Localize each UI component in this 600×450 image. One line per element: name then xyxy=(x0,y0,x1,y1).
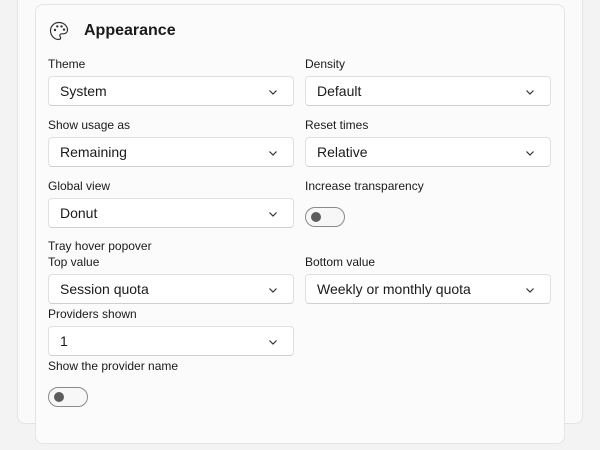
bottom-value-dropdown-value: Weekly or monthly quota xyxy=(317,281,471,297)
global-view-label: Global view xyxy=(48,179,111,193)
chevron-down-icon xyxy=(267,335,279,347)
toggle-knob xyxy=(311,212,321,222)
show-provider-name-label: Show the provider name xyxy=(48,359,179,373)
theme-label: Theme xyxy=(48,57,86,71)
providers-shown-label: Providers shown xyxy=(48,307,137,321)
reset-times-label: Reset times xyxy=(305,118,369,132)
density-dropdown-value: Default xyxy=(317,83,362,99)
chevron-down-icon xyxy=(524,146,536,158)
density-label: Density xyxy=(305,57,346,71)
chevron-down-icon xyxy=(524,85,536,97)
bottom-value-label: Bottom value xyxy=(305,255,376,269)
theme-dropdown-value: System xyxy=(60,83,107,99)
palette-icon xyxy=(48,20,70,42)
chevron-down-icon xyxy=(267,146,279,158)
chevron-down-icon xyxy=(267,283,279,295)
tray-popover-heading: Tray hover popover xyxy=(48,239,152,253)
global-view-dropdown-value: Donut xyxy=(60,205,98,221)
chevron-down-icon xyxy=(267,207,279,219)
card-header: Appearance xyxy=(48,18,176,44)
density-dropdown[interactable]: Default xyxy=(305,76,551,106)
global-view-dropdown[interactable]: Donut xyxy=(48,198,294,228)
show-usage-dropdown[interactable]: Remaining xyxy=(48,137,294,167)
toggle-knob xyxy=(54,392,64,402)
show-provider-name-toggle[interactable] xyxy=(48,387,88,407)
bottom-value-dropdown[interactable]: Weekly or monthly quota xyxy=(305,274,551,304)
top-value-dropdown-value: Session quota xyxy=(60,281,149,297)
increase-transparency-toggle[interactable] xyxy=(305,207,345,227)
reset-times-dropdown-value: Relative xyxy=(317,144,368,160)
providers-shown-dropdown[interactable]: 1 xyxy=(48,326,294,356)
increase-transparency-label: Increase transparency xyxy=(305,179,424,193)
reset-times-dropdown[interactable]: Relative xyxy=(305,137,551,167)
show-usage-dropdown-value: Remaining xyxy=(60,144,127,160)
chevron-down-icon xyxy=(267,85,279,97)
top-value-label: Top value xyxy=(48,255,100,269)
theme-dropdown[interactable]: System xyxy=(48,76,294,106)
card-title: Appearance xyxy=(84,22,176,39)
providers-shown-dropdown-value: 1 xyxy=(60,333,68,349)
show-usage-label: Show usage as xyxy=(48,118,131,132)
top-value-dropdown[interactable]: Session quota xyxy=(48,274,294,304)
chevron-down-icon xyxy=(524,283,536,295)
